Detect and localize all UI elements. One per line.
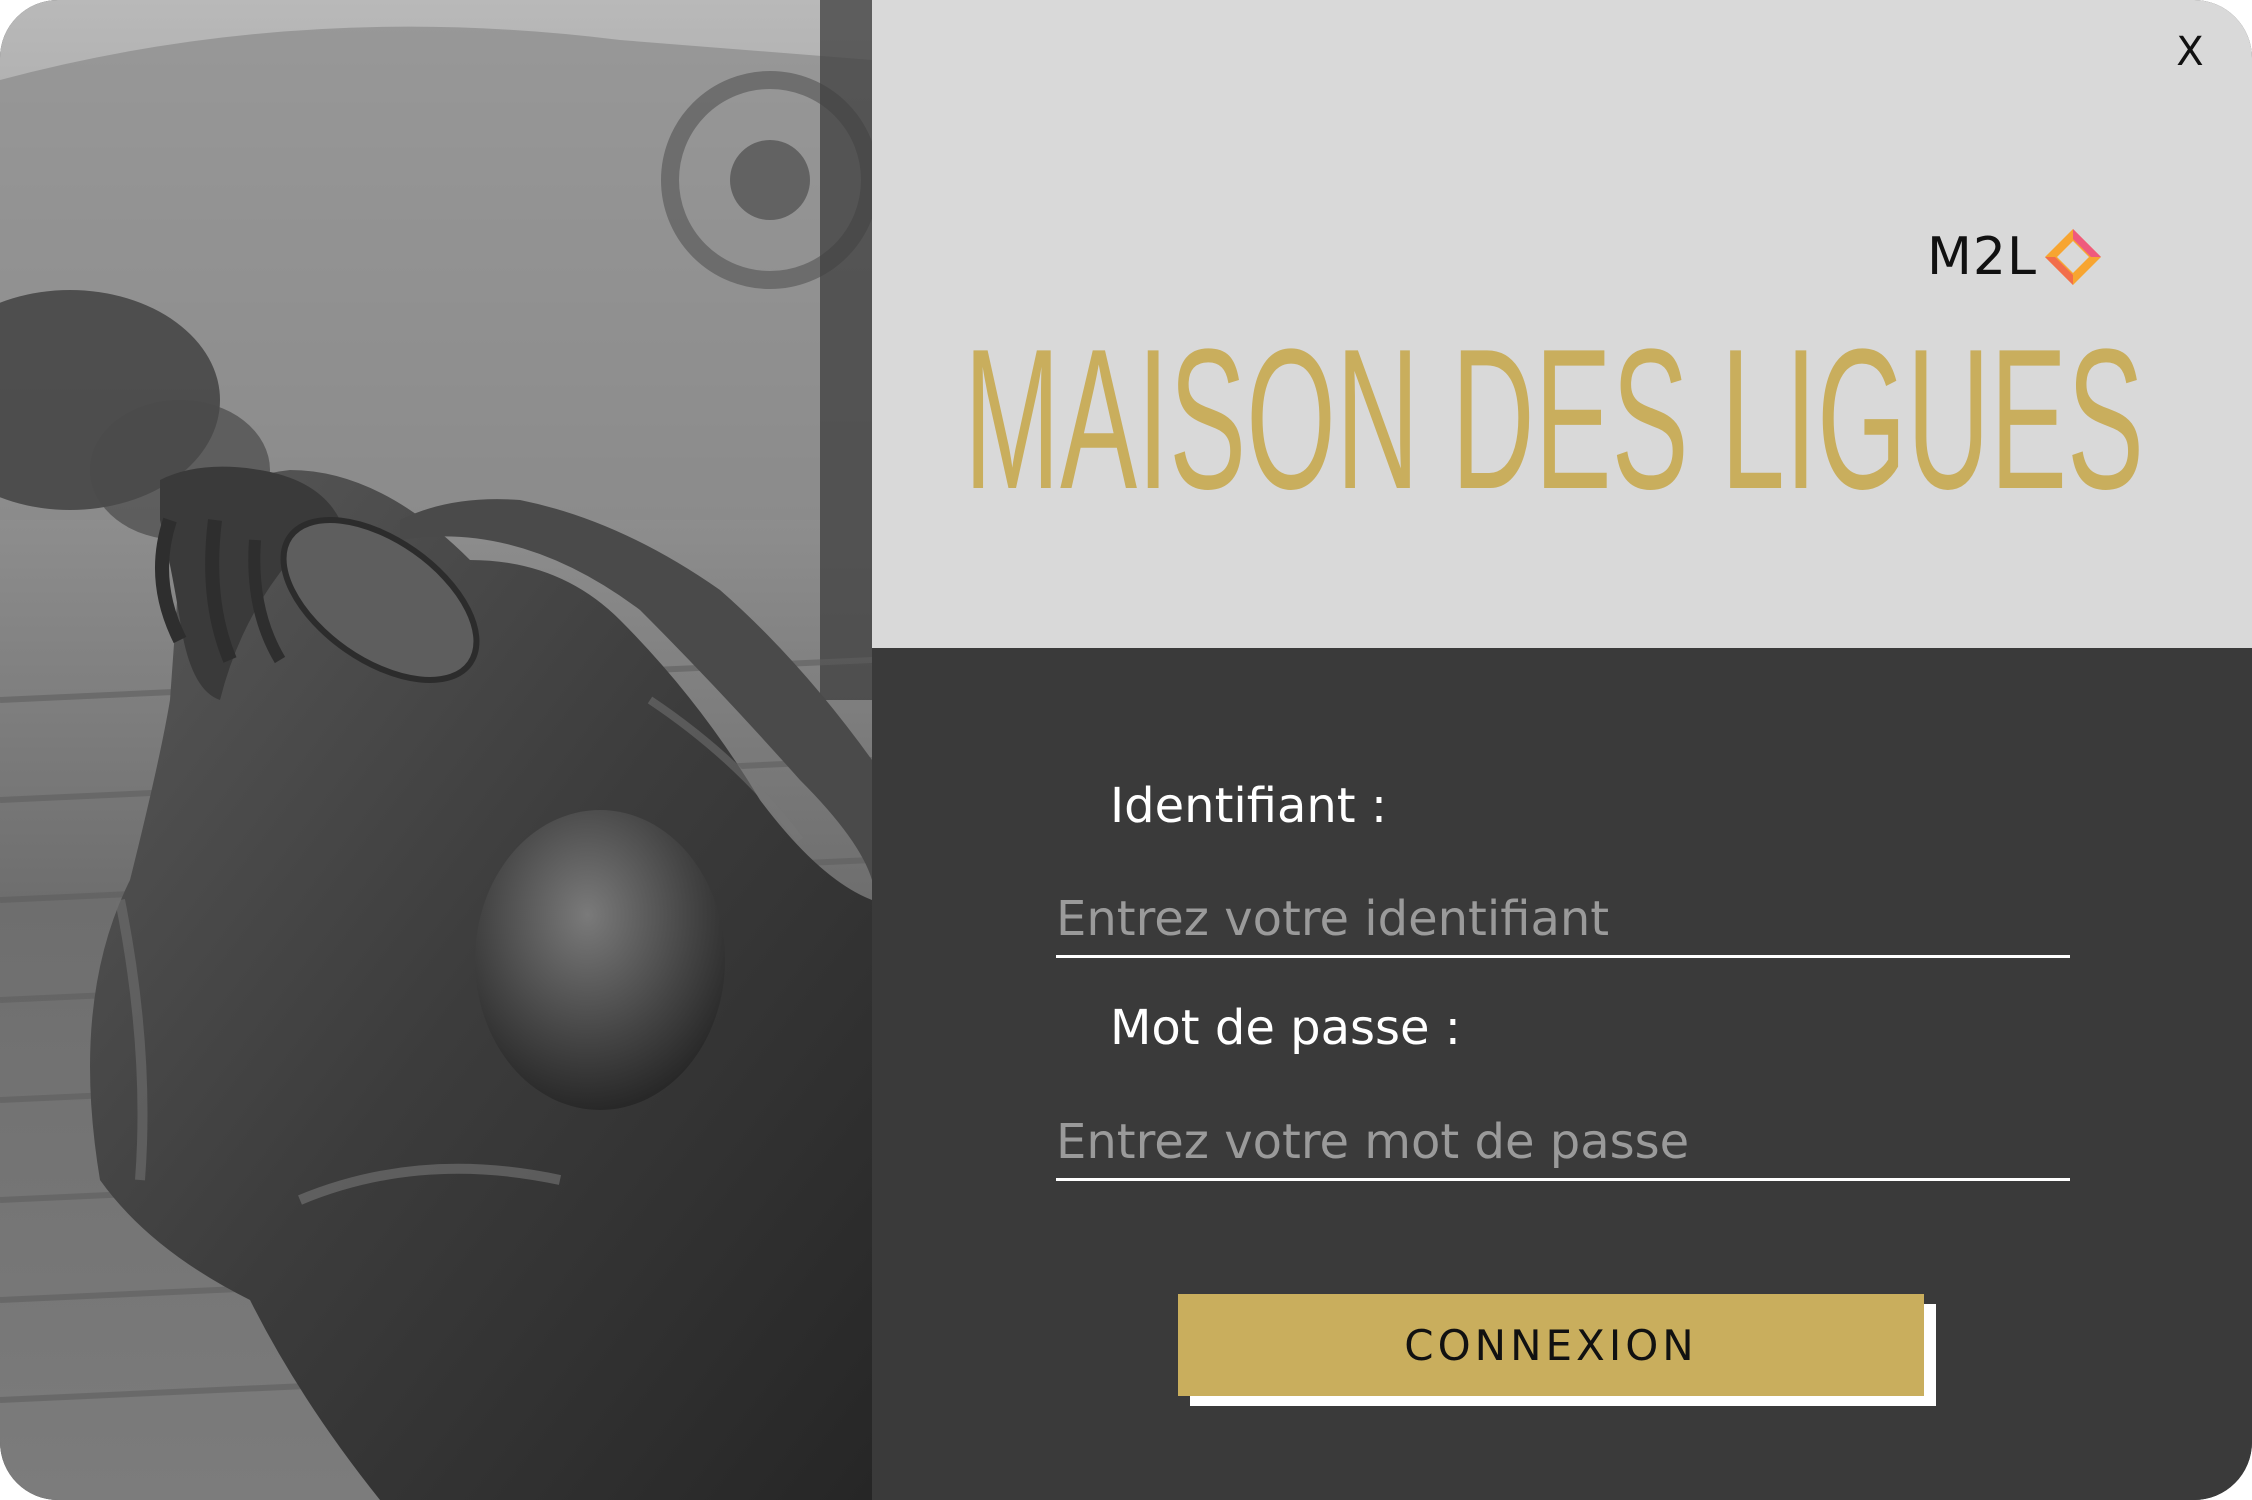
- discus-thrower-statue-photo: [0, 0, 872, 1500]
- m2l-logo: M2L: [1927, 222, 2103, 292]
- brand-title-text: MAISON DES LIGUES: [964, 308, 2144, 510]
- brand-title: MAISON DES LIGUES: [964, 290, 2164, 510]
- close-icon: X: [2176, 29, 2204, 75]
- login-window: X M2L MAISON DES LIGUES Identifiant : Mo…: [0, 0, 2252, 1500]
- identifier-label: Identifiant :: [1110, 778, 1388, 834]
- password-input[interactable]: [1056, 1106, 2070, 1181]
- header-panel: X M2L MAISON DES LIGUES: [872, 0, 2252, 648]
- m2l-diamond-logo-icon: [2044, 229, 2101, 285]
- login-form: Identifiant : Mot de passe : CONNEXION: [872, 648, 2252, 1500]
- identifier-input[interactable]: [1056, 883, 2070, 958]
- login-button[interactable]: CONNEXION: [1178, 1294, 1924, 1396]
- password-label: Mot de passe :: [1110, 1000, 1461, 1056]
- close-button[interactable]: X: [2170, 24, 2210, 80]
- logo-text: M2L: [1927, 227, 2037, 287]
